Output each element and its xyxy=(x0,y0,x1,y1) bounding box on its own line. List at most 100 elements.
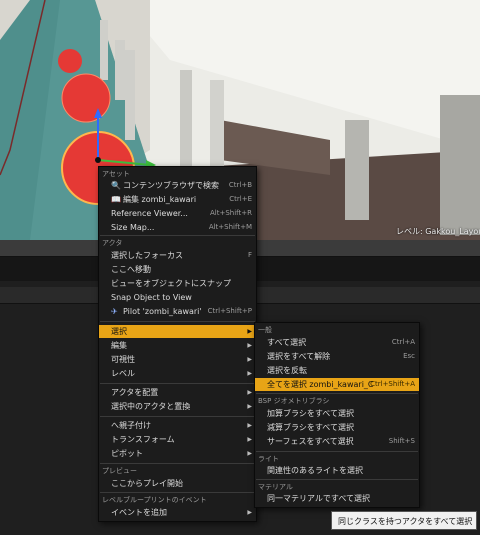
focus-shortcut: F xyxy=(247,251,252,259)
select-label: 選択 xyxy=(111,327,127,336)
same-material-label: 同一マテリアルですべて選択 xyxy=(267,494,371,503)
add-event-label: イベントを追加 xyxy=(111,508,167,517)
visibility-submenu[interactable]: 可視性 ▶ xyxy=(99,353,256,366)
divider xyxy=(100,463,255,464)
chevron-right-icon: ▶ xyxy=(247,509,252,516)
subtractive-brushes-label: 減算ブラシをすべて選択 xyxy=(267,423,354,432)
chevron-right-icon: ▶ xyxy=(247,422,252,429)
divider xyxy=(256,451,418,452)
place-actor-label: アクタを配置 xyxy=(111,388,159,397)
divider xyxy=(100,492,255,493)
select-class-shortcut: Ctrl+Shift+A xyxy=(370,380,415,388)
section-blueprint: レベルブループリントのイベント xyxy=(102,496,207,504)
edit-label: 編集 xyxy=(111,341,127,350)
chevron-right-icon: ▶ xyxy=(247,436,252,443)
airplane-icon: ✈ xyxy=(111,307,118,316)
select-same-material[interactable]: 同一マテリアルですべて選択 xyxy=(255,492,419,505)
size-map[interactable]: Size Map... Alt+Shift+M xyxy=(99,221,256,234)
browse-label: コンテンツブラウザで検索 xyxy=(123,181,219,190)
select-subtractive-brushes[interactable]: 減算ブラシをすべて選択 xyxy=(255,421,419,434)
book-icon: 📖 xyxy=(111,195,121,204)
deselect-all-label: 選択をすべて解除 xyxy=(267,352,331,361)
focus-label: 選択したフォーカス xyxy=(111,251,183,260)
surfaces-label: サーフェスをすべて選択 xyxy=(267,437,354,446)
visibility-label: 可視性 xyxy=(111,355,135,364)
deselect-all[interactable]: 選択をすべて解除 Esc xyxy=(255,350,419,363)
select-class-label: 全てを選択 zombi_kawari_C xyxy=(267,380,374,389)
chevron-right-icon: ▶ xyxy=(247,450,252,457)
select-surfaces[interactable]: サーフェスをすべて選択 Shift+S xyxy=(255,435,419,448)
level-submenu[interactable]: レベル ▶ xyxy=(99,367,256,380)
add-event-submenu[interactable]: イベントを追加 ▶ xyxy=(99,506,256,519)
attach-label: へ親子付け xyxy=(111,421,151,430)
divider xyxy=(100,235,255,236)
reference-viewer-label: Reference Viewer... xyxy=(111,209,188,218)
edit-submenu[interactable]: 編集 ▶ xyxy=(99,339,256,352)
folder-search-icon: 🔍 xyxy=(111,181,121,190)
transform-label: トランスフォーム xyxy=(111,435,175,444)
replace-actor-label: 選択中のアクタと置換 xyxy=(111,402,191,411)
snap-object-to-view[interactable]: Snap Object to View xyxy=(99,291,256,304)
place-actor-submenu[interactable]: アクタを配置 ▶ xyxy=(99,386,256,399)
reference-viewer-shortcut: Alt+Shift+R xyxy=(210,209,252,217)
edit-asset-label: 編集 zombi_kawari xyxy=(123,195,197,204)
reference-viewer[interactable]: Reference Viewer... Alt+Shift+R xyxy=(99,207,256,220)
attach-to-submenu[interactable]: へ親子付け ▶ xyxy=(99,419,256,432)
divider xyxy=(100,416,255,417)
level-label: レベル xyxy=(111,369,135,378)
pivot-submenu[interactable]: ピボット ▶ xyxy=(99,447,256,460)
focus-selected[interactable]: 選択したフォーカス F xyxy=(99,249,256,262)
section-preview: プレビュー xyxy=(102,467,137,475)
actor-context-menu: アセット 🔍 コンテンツブラウザで検索 Ctrl+B 📖 編集 zombi_ka… xyxy=(98,166,257,522)
relevant-lights-label: 関連性のあるライトを選択 xyxy=(267,466,363,475)
chevron-right-icon: ▶ xyxy=(247,356,252,363)
browse-in-content-browser[interactable]: 🔍 コンテンツブラウザで検索 Ctrl+B xyxy=(99,179,256,192)
select-relevant-lights[interactable]: 関連性のあるライトを選択 xyxy=(255,464,419,477)
deselect-all-shortcut: Esc xyxy=(403,352,415,360)
divider xyxy=(100,321,255,322)
section-light: ライト xyxy=(258,455,279,463)
divider xyxy=(256,393,418,394)
play-from-here[interactable]: ここからプレイ開始 xyxy=(99,477,256,490)
pilot-actor[interactable]: ✈ Pilot 'zombi_kawari' Ctrl+Shift+P xyxy=(99,305,256,318)
chevron-right-icon: ▶ xyxy=(247,328,252,335)
invert-selection[interactable]: 選択を反転 xyxy=(255,364,419,377)
section-actor: アクタ xyxy=(102,239,123,247)
pivot-label: ピボット xyxy=(111,449,143,458)
level-name-label: レベル: Gakkou_Layout xyxy=(396,227,480,236)
surfaces-shortcut: Shift+S xyxy=(388,437,415,445)
snap-view-to-object[interactable]: ビューをオブジェクトにスナップ xyxy=(99,277,256,290)
edit-asset-shortcut: Ctrl+E xyxy=(229,195,252,203)
pilot-label: Pilot 'zombi_kawari' xyxy=(123,307,202,316)
transform-submenu[interactable]: トランスフォーム ▶ xyxy=(99,433,256,446)
size-map-label: Size Map... xyxy=(111,223,155,232)
play-here-label: ここからプレイ開始 xyxy=(111,479,183,488)
select-all-of-class[interactable]: 全てを選択 zombi_kawari_C Ctrl+Shift+A xyxy=(255,378,419,391)
select-additive-brushes[interactable]: 加算ブラシをすべて選択 xyxy=(255,407,419,420)
section-bsp: BSP ジオメトリブラシ xyxy=(258,397,330,405)
section-asset: アセット xyxy=(102,170,130,178)
select-submenu-panel: 一般 すべて選択 Ctrl+A 選択をすべて解除 Esc 選択を反転 全てを選択… xyxy=(254,322,420,508)
move-here-label: ここへ移動 xyxy=(111,265,151,274)
replace-actor-submenu[interactable]: 選択中のアクタと置換 ▶ xyxy=(99,400,256,413)
snap-object-label: Snap Object to View xyxy=(111,293,192,302)
tooltip: 同じクラスを持つアクタをすべて選択 xyxy=(331,511,477,530)
move-here[interactable]: ここへ移動 xyxy=(99,263,256,276)
pilot-shortcut: Ctrl+Shift+P xyxy=(207,307,252,315)
select-all[interactable]: すべて選択 Ctrl+A xyxy=(255,336,419,349)
divider xyxy=(100,383,255,384)
chevron-right-icon: ▶ xyxy=(247,370,252,377)
section-general: 一般 xyxy=(258,326,272,334)
select-all-label: すべて選択 xyxy=(267,338,307,347)
edit-asset[interactable]: 📖 編集 zombi_kawari Ctrl+E xyxy=(99,193,256,206)
divider xyxy=(256,479,418,480)
section-material: マテリアル xyxy=(258,483,293,491)
select-submenu[interactable]: 選択 ▶ xyxy=(99,325,256,338)
snap-view-label: ビューをオブジェクトにスナップ xyxy=(111,279,231,288)
chevron-right-icon: ▶ xyxy=(247,403,252,410)
chevron-right-icon: ▶ xyxy=(247,389,252,396)
invert-label: 選択を反転 xyxy=(267,366,307,375)
additive-brushes-label: 加算ブラシをすべて選択 xyxy=(267,409,354,418)
select-all-shortcut: Ctrl+A xyxy=(391,338,415,346)
size-map-shortcut: Alt+Shift+M xyxy=(208,223,252,231)
